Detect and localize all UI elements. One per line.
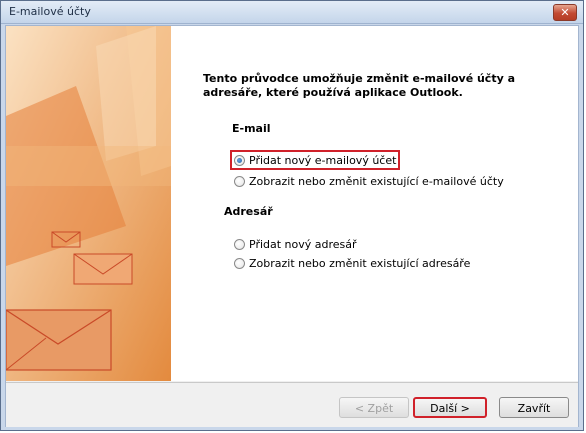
add-address-book-option[interactable]: Přidat nový adresář bbox=[234, 236, 357, 252]
change-address-books-option[interactable]: Zobrazit nebo změnit existující adresáře bbox=[234, 255, 470, 271]
dialog-client-area: Tento průvodce umožňuje změnit e-mailové… bbox=[5, 25, 579, 427]
address-book-section-heading: Adresář bbox=[224, 205, 273, 218]
add-address-book-radio[interactable] bbox=[234, 238, 245, 250]
add-email-account-option[interactable]: Přidat nový e-mailový účet bbox=[230, 150, 401, 170]
email-section-heading: E-mail bbox=[232, 122, 271, 135]
window-title: E-mailové účty bbox=[9, 5, 91, 18]
change-email-accounts-option[interactable]: Zobrazit nebo změnit existující e-mailov… bbox=[234, 173, 504, 189]
change-email-accounts-label: Zobrazit nebo změnit existující e-mailov… bbox=[249, 174, 504, 188]
change-address-books-label: Zobrazit nebo změnit existující adresáře bbox=[249, 256, 471, 270]
wizard-content: Tento průvodce umožňuje změnit e-mailové… bbox=[171, 26, 578, 381]
add-email-account-radio[interactable] bbox=[234, 154, 245, 166]
dialog-footer: < Zpět Další > Zavřít bbox=[6, 382, 578, 427]
change-email-accounts-radio[interactable] bbox=[234, 175, 245, 187]
wizard-banner-image bbox=[6, 26, 171, 381]
intro-text: Tento průvodce umožňuje změnit e-mailové… bbox=[203, 72, 516, 99]
envelope-icon bbox=[6, 26, 171, 381]
add-address-book-label: Přidat nový adresář bbox=[249, 237, 357, 251]
email-accounts-dialog: E-mailové účty ✕ Tento průvodce umožňuje… bbox=[0, 0, 584, 431]
close-window-button[interactable]: ✕ bbox=[553, 4, 577, 21]
close-icon: ✕ bbox=[560, 6, 570, 19]
back-button[interactable]: < Zpět bbox=[339, 397, 409, 418]
next-button[interactable]: Další > bbox=[413, 397, 487, 418]
change-address-books-radio[interactable] bbox=[234, 257, 245, 269]
close-button[interactable]: Zavřít bbox=[499, 397, 569, 418]
title-bar: E-mailové účty ✕ bbox=[1, 1, 583, 24]
add-email-account-label: Přidat nový e-mailový účet bbox=[249, 153, 397, 167]
